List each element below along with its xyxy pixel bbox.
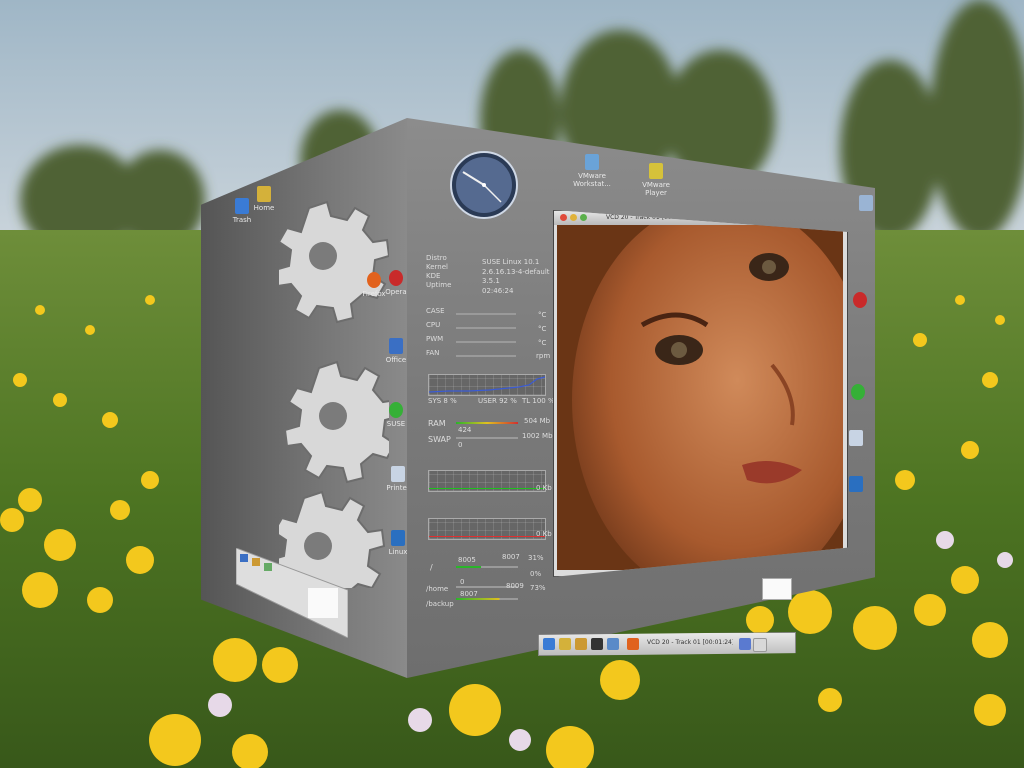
volume-tray-icon[interactable] <box>739 638 751 650</box>
disk-home-percent: 0% <box>530 570 542 578</box>
cpu-bar <box>456 327 516 329</box>
swap-total: 1002 Mb <box>522 432 553 440</box>
terminal-icon[interactable] <box>591 638 603 650</box>
disk-backup-total: 8009 <box>506 582 524 590</box>
taskbar-task-label[interactable]: VCD 20 - Track 01 [00:01:24] <box>647 639 733 646</box>
uptime-value: 02:46:24 <box>482 287 514 295</box>
pwm-unit: °C <box>538 339 547 347</box>
network-icon[interactable] <box>607 638 619 650</box>
distro-label: Distro <box>426 254 447 262</box>
disk-root-label: / <box>430 563 433 572</box>
disk-home-used: 0 <box>460 578 465 586</box>
disk-root-total: 8007 <box>502 553 520 561</box>
disk-home-label: /home <box>426 585 449 593</box>
net-out-graph <box>428 518 546 540</box>
ram-label: RAM <box>428 419 446 428</box>
uptime-label: Uptime <box>426 281 452 289</box>
ram-used: 424 <box>458 426 472 434</box>
swap-label: SWAP <box>428 435 451 444</box>
mplayer-window[interactable]: VCD 20 - Track 01 [00:01:24] - mplayer <box>553 210 848 577</box>
clipboard-tray-icon[interactable] <box>753 638 767 652</box>
video-frame-image <box>557 225 843 570</box>
fan-label: FAN <box>426 349 440 357</box>
maximize-window-button[interactable] <box>580 214 587 221</box>
disk-backup-label: /backup <box>426 600 454 608</box>
cpu-total: TL 100 % <box>522 397 555 405</box>
analog-clock-widget <box>450 151 518 219</box>
net-in-value: 0 Kb <box>536 484 552 492</box>
minimize-window-button[interactable] <box>570 214 577 221</box>
kernel-label: Kernel <box>426 263 448 271</box>
fan-bar <box>456 355 516 357</box>
disk-root-percent: 31% <box>528 554 544 562</box>
computer-icon[interactable] <box>846 195 886 213</box>
kernel-value: 2.6.16.13-4-default <box>482 268 550 276</box>
vmware-workstation-icon[interactable]: VMware Workstat... <box>570 154 614 188</box>
vmware-player-icon[interactable]: VMware Player <box>636 163 676 197</box>
ram-bar <box>456 422 518 424</box>
disk-backup-used: 8007 <box>460 590 478 598</box>
close-window-button[interactable] <box>560 214 567 221</box>
left-face-taskbar <box>236 548 348 638</box>
pwm-label: PWM <box>426 335 444 343</box>
fan-unit: rpm <box>536 352 551 360</box>
cpu-graph <box>428 374 546 396</box>
cpu-user: USER 92 % <box>478 397 517 405</box>
case-label: CASE <box>426 307 445 315</box>
kde-label: KDE <box>426 272 441 280</box>
cpu-sys: SYS 8 % <box>428 397 457 405</box>
kmenu-icon[interactable] <box>543 638 555 650</box>
disk-backup-bar <box>456 598 518 600</box>
konqueror-icon[interactable] <box>575 638 587 650</box>
home-taskbar-icon[interactable] <box>559 638 571 650</box>
cpu-label: CPU <box>426 321 441 329</box>
swap-used: 0 <box>458 441 463 449</box>
kde-value: 3.5.1 <box>482 277 500 285</box>
front-kde-taskbar: VCD 20 - Track 01 [00:01:24] <box>538 632 796 656</box>
swap-bar <box>456 437 518 439</box>
distro-value: SUSE Linux 10.1 <box>482 258 540 266</box>
case-unit: °C <box>538 311 547 319</box>
disk-backup-percent: 73% <box>530 584 546 592</box>
home-icon[interactable]: Home <box>244 186 284 212</box>
ram-total: 504 Mb <box>524 417 551 425</box>
net-in-graph <box>428 470 546 492</box>
net-out-value: 0 Kb <box>536 530 552 538</box>
pwm-bar <box>456 341 516 343</box>
mplayer-task-icon[interactable] <box>627 638 639 650</box>
disk-root-bar <box>456 566 518 568</box>
taskbar-clock-box <box>762 578 792 600</box>
case-bar <box>456 313 516 315</box>
disk-root-used: 8005 <box>458 556 476 564</box>
cpu-unit: °C <box>538 325 547 333</box>
suse-gear-icon <box>279 200 389 588</box>
